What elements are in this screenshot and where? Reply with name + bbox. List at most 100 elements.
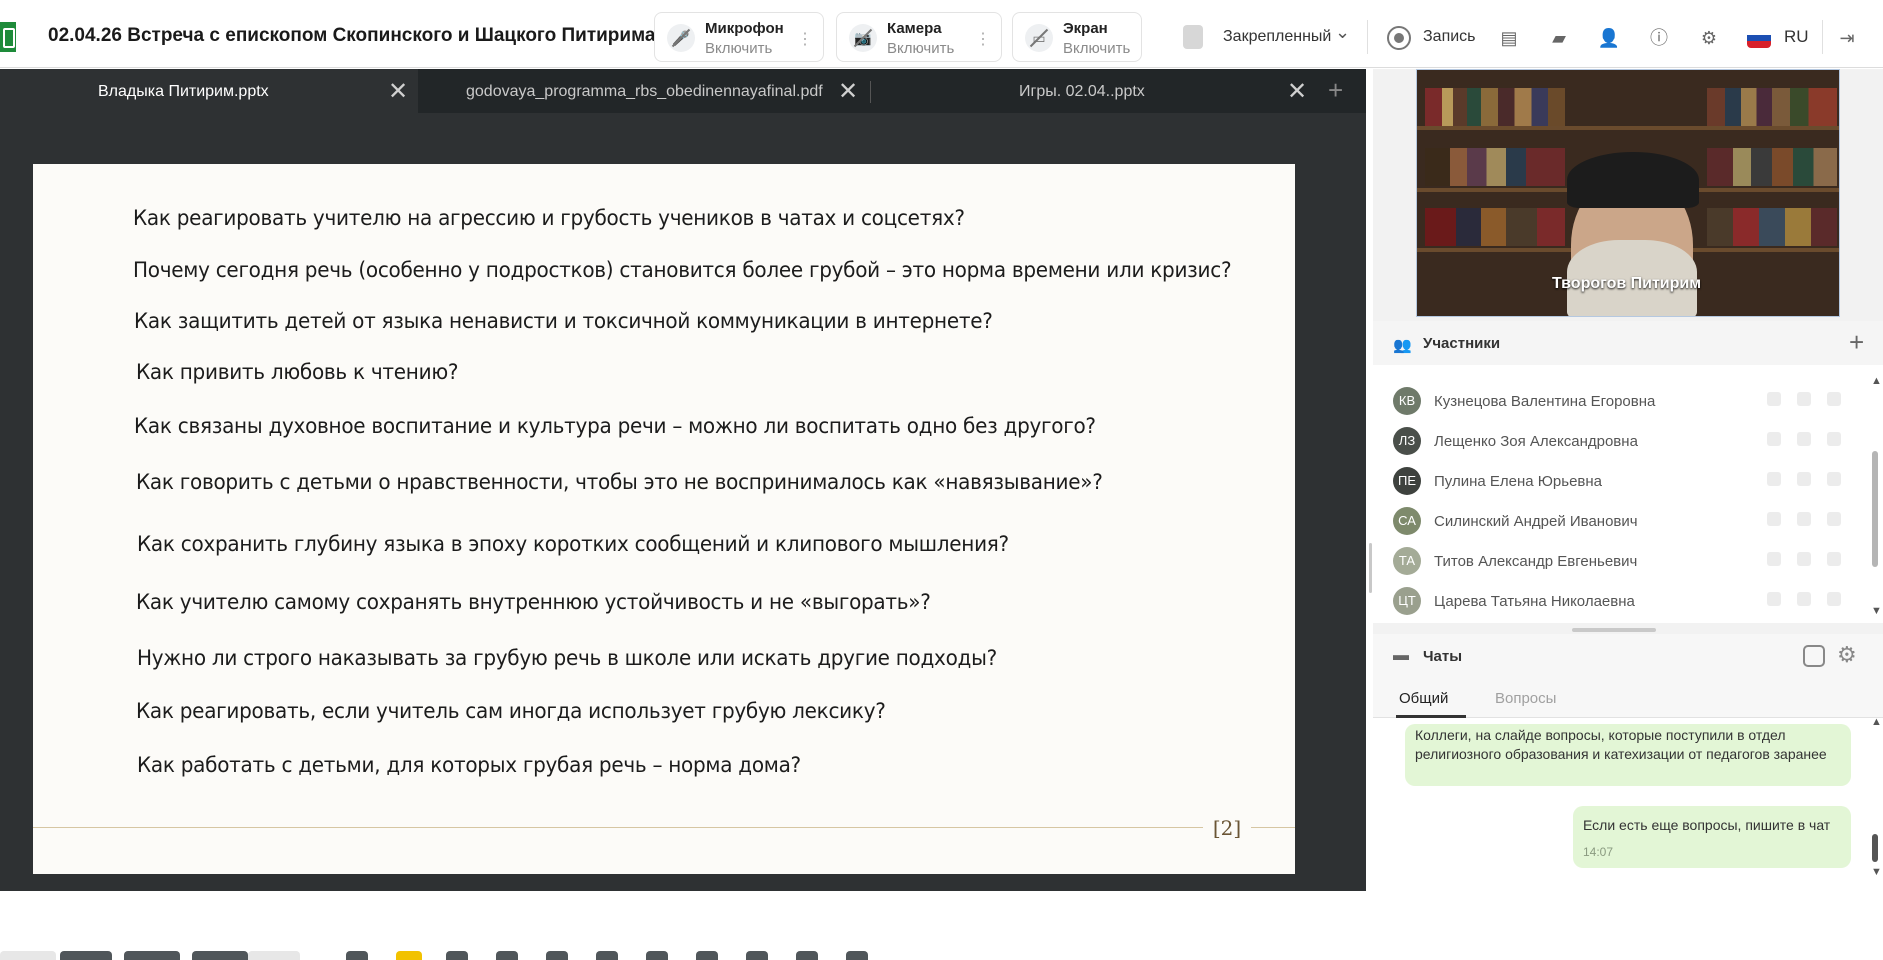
folder-icon[interactable]: ▰ bbox=[1547, 26, 1571, 50]
participant-name: Титов Александр Евгеньевич bbox=[1434, 553, 1638, 570]
gear-icon[interactable]: ⚙ bbox=[1837, 642, 1857, 668]
notes-icon[interactable]: ▤ bbox=[1497, 26, 1521, 50]
mic-off-icon[interactable] bbox=[1767, 432, 1781, 446]
tab-questions[interactable]: Вопросы bbox=[1495, 690, 1556, 707]
tab-label: Игры. 02.04..pptx bbox=[1019, 83, 1145, 100]
mic-off-icon[interactable] bbox=[1767, 512, 1781, 526]
divider bbox=[1367, 20, 1368, 54]
screen-share-icon[interactable] bbox=[1827, 592, 1841, 606]
screen-share-icon[interactable] bbox=[1827, 472, 1841, 486]
avatar: СА bbox=[1393, 507, 1421, 535]
participant-name: Лещенко Зоя Александровна bbox=[1434, 433, 1638, 450]
screen-share-icon[interactable] bbox=[1827, 432, 1841, 446]
participant-row[interactable]: ПЕ Пулина Елена Юрьевна bbox=[1373, 461, 1863, 501]
video-books bbox=[1425, 88, 1565, 126]
tab-document-1[interactable]: Владыка Питирим.pptx ✕ bbox=[0, 69, 418, 113]
participant-row[interactable]: ТА Титов Александр Евгеньевич bbox=[1373, 541, 1863, 581]
mic-off-icon[interactable] bbox=[1767, 472, 1781, 486]
layout-selector[interactable]: Закрепленный bbox=[1223, 28, 1331, 46]
scrollbar-thumb[interactable] bbox=[1872, 451, 1878, 567]
slide: Как реагировать учителю на агрессию и гр… bbox=[33, 164, 1295, 874]
close-icon[interactable]: ✕ bbox=[1287, 77, 1307, 106]
pin-icon[interactable] bbox=[1183, 25, 1203, 49]
screen-share-icon: ▭ bbox=[1025, 24, 1053, 52]
info-icon[interactable]: ⓘ bbox=[1647, 26, 1671, 50]
camera-off-icon: 📷 bbox=[849, 24, 877, 52]
chats-title: Чаты bbox=[1423, 648, 1463, 665]
mic-off-icon[interactable] bbox=[1767, 392, 1781, 406]
mic-options-icon[interactable]: ⋮ bbox=[797, 29, 813, 49]
flag-ru-icon[interactable] bbox=[1747, 28, 1771, 48]
scroll-up-icon[interactable]: ▲ bbox=[1871, 375, 1882, 387]
slide-question: Почему сегодня речь (особенно у подростк… bbox=[133, 258, 1232, 283]
chat-export-icon[interactable] bbox=[1803, 645, 1825, 667]
participant-name: Кузнецова Валентина Егоровна bbox=[1434, 393, 1656, 410]
camera-off-icon[interactable] bbox=[1797, 512, 1811, 526]
screen-share-icon[interactable] bbox=[1827, 392, 1841, 406]
scroll-down-icon[interactable]: ▼ bbox=[1871, 866, 1882, 878]
participants-panel: 👥 Участники + КВ Кузнецова Валентина Его… bbox=[1373, 321, 1883, 623]
participant-name: Силинский Андрей Иванович bbox=[1434, 513, 1638, 530]
scroll-up-icon[interactable]: ▲ bbox=[1871, 716, 1882, 728]
chat-scrollbar[interactable]: ▲ ▼ bbox=[1871, 716, 1882, 880]
chat-tabs: Общий Вопросы bbox=[1373, 678, 1883, 718]
add-participant-icon[interactable]: + bbox=[1849, 327, 1864, 358]
logo-icon bbox=[0, 22, 16, 52]
gear-icon[interactable]: ⚙ bbox=[1697, 26, 1721, 50]
video-books bbox=[1707, 208, 1837, 246]
mic-action: Включить bbox=[705, 40, 773, 57]
participants-icon: 👥 bbox=[1393, 337, 1412, 354]
video-shelf bbox=[1417, 126, 1839, 130]
camera-options-icon[interactable]: ⋮ bbox=[975, 29, 991, 49]
chats-header: ▬ Чаты ⚙ bbox=[1373, 634, 1883, 678]
mic-off-icon[interactable] bbox=[1767, 552, 1781, 566]
camera-off-icon[interactable] bbox=[1797, 392, 1811, 406]
slide-question: Нужно ли строго наказывать за грубую реч… bbox=[137, 646, 997, 671]
exit-icon[interactable]: ⇥ bbox=[1835, 26, 1859, 50]
record-button[interactable]: Запись bbox=[1423, 28, 1476, 46]
chat-message-text: Если есть еще вопросы, пишите в чат bbox=[1583, 817, 1831, 833]
mic-off-icon[interactable] bbox=[1767, 592, 1781, 606]
chat-message: Коллеги, на слайде вопросы, которые пост… bbox=[1405, 724, 1851, 786]
chat-icon: ▬ bbox=[1393, 647, 1409, 664]
slide-question: Как реагировать учителю на агрессию и гр… bbox=[133, 206, 965, 231]
screen-share-icon[interactable] bbox=[1827, 512, 1841, 526]
camera-off-icon[interactable] bbox=[1797, 432, 1811, 446]
chat-message-time: 14:07 bbox=[1583, 845, 1614, 859]
avatar: ЦТ bbox=[1393, 587, 1421, 615]
mic-toggle-button[interactable]: 🎤 Микрофон Включить ⋮ bbox=[654, 12, 824, 62]
camera-off-icon[interactable] bbox=[1797, 472, 1811, 486]
video-books bbox=[1707, 148, 1837, 186]
slide-divider bbox=[33, 827, 1295, 828]
avatar: КВ bbox=[1393, 387, 1421, 415]
participant-row[interactable]: СА Силинский Андрей Иванович bbox=[1373, 501, 1863, 541]
scrollbar-thumb[interactable] bbox=[1872, 834, 1878, 862]
tab-document-2[interactable]: godovaya_programma_rbs_obedinennayafinal… bbox=[418, 69, 870, 113]
close-icon[interactable]: ✕ bbox=[838, 77, 858, 106]
add-tab-icon[interactable]: + bbox=[1328, 75, 1343, 106]
tab-document-3[interactable]: Игры. 02.04..pptx ✕ bbox=[871, 69, 1319, 113]
participant-row[interactable]: КВ Кузнецова Валентина Егоровна bbox=[1373, 381, 1863, 421]
video-books bbox=[1425, 148, 1565, 186]
screen-share-icon[interactable] bbox=[1827, 552, 1841, 566]
screen-share-button[interactable]: ▭ Экран Включить bbox=[1012, 12, 1142, 62]
camera-off-icon[interactable] bbox=[1797, 592, 1811, 606]
panel-resize-handle[interactable] bbox=[1572, 628, 1656, 632]
panel-resize-handle[interactable] bbox=[1369, 543, 1372, 593]
camera-toggle-button[interactable]: 📷 Камера Включить ⋮ bbox=[836, 12, 1002, 62]
participant-row[interactable]: ЦТ Царева Татьяна Николаевна bbox=[1373, 581, 1863, 621]
participants-settings-icon[interactable]: 👤 bbox=[1597, 26, 1621, 50]
scroll-down-icon[interactable]: ▼ bbox=[1871, 605, 1882, 617]
avatar: ЛЗ bbox=[1393, 427, 1421, 455]
camera-label: Камера bbox=[887, 20, 942, 37]
chevron-down-icon[interactable]: ⌄ bbox=[1335, 22, 1350, 43]
record-icon[interactable] bbox=[1387, 26, 1411, 50]
tab-general[interactable]: Общий bbox=[1399, 690, 1448, 707]
language-selector[interactable]: RU bbox=[1784, 27, 1809, 47]
slide-question: Как учителю самому сохранять внутреннюю … bbox=[136, 590, 931, 615]
participants-scrollbar[interactable]: ▲ ▼ bbox=[1871, 375, 1882, 617]
camera-off-icon[interactable] bbox=[1797, 552, 1811, 566]
close-icon[interactable]: ✕ bbox=[388, 77, 408, 106]
participant-row[interactable]: ЛЗ Лещенко Зоя Александровна bbox=[1373, 421, 1863, 461]
document-tabs: Владыка Питирим.pptx ✕ godovaya_programm… bbox=[0, 69, 1366, 113]
